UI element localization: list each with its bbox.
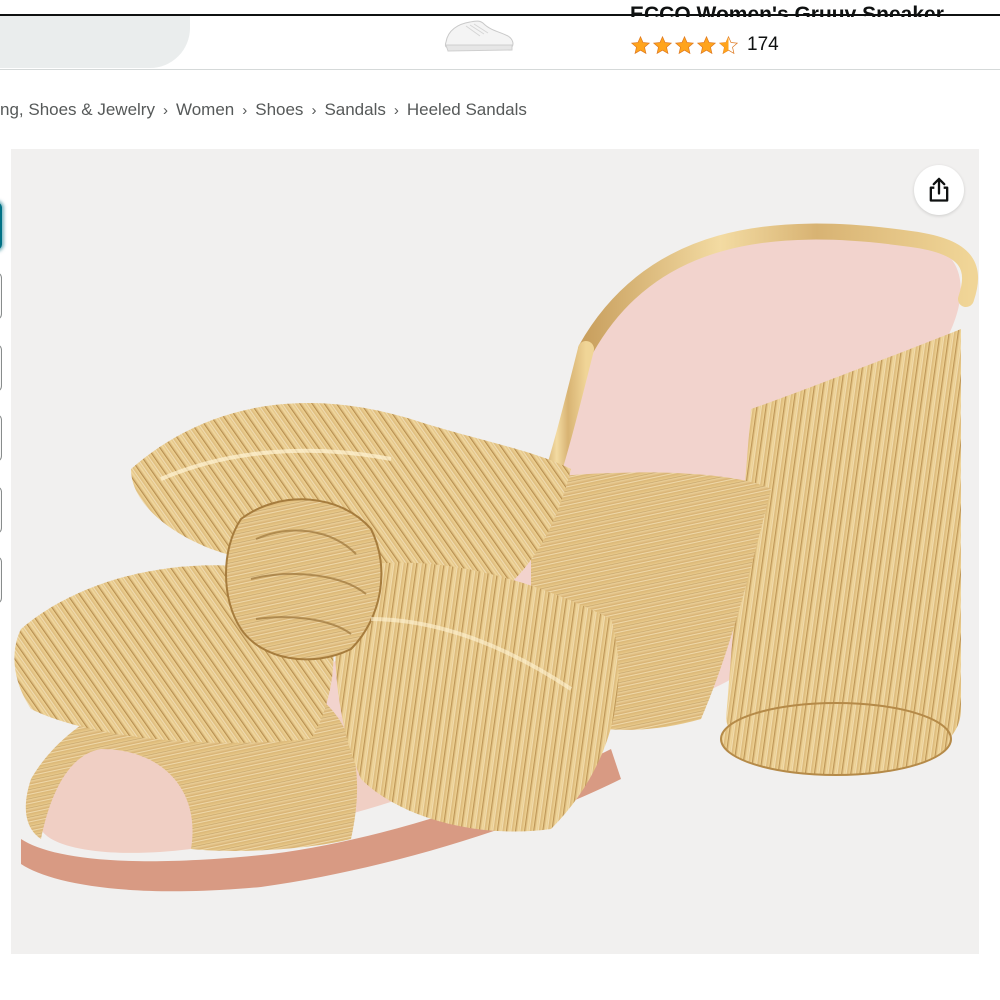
- sponsored-product-banner[interactable]: ECCO Women's Gruuv Sneaker 174: [0, 0, 1000, 70]
- breadcrumb-separator: ›: [242, 101, 248, 119]
- main-product-image[interactable]: [11, 149, 979, 954]
- share-button[interactable]: [914, 165, 964, 215]
- star-rating: [630, 35, 739, 56]
- share-icon: [929, 177, 949, 202]
- image-thumbnail[interactable]: [0, 202, 2, 250]
- star-full-icon: [630, 35, 651, 54]
- image-thumbnail[interactable]: [0, 486, 2, 534]
- rating-count[interactable]: 174: [747, 33, 779, 57]
- banner-bottom-border: [0, 69, 1000, 70]
- star-half-icon: [718, 35, 739, 54]
- breadcrumb-separator: ›: [162, 101, 168, 119]
- image-thumbnail[interactable]: [0, 556, 2, 604]
- image-thumbnail[interactable]: [0, 272, 2, 320]
- banner-grey-panel: [0, 16, 190, 68]
- sponsored-rating[interactable]: 174: [630, 33, 779, 57]
- star-full-icon: [674, 35, 695, 54]
- breadcrumb-item-women[interactable]: Women: [176, 100, 234, 120]
- image-thumbnail[interactable]: [0, 344, 2, 392]
- breadcrumb-item-sandals[interactable]: Sandals: [324, 100, 385, 120]
- breadcrumb-item-heeled-sandals[interactable]: Heeled Sandals: [407, 100, 527, 120]
- gold-pleated-bow-mule-sandal: [14, 223, 979, 892]
- breadcrumb-item-clothing-shoes-jewelry[interactable]: ng, Shoes & Jewelry: [0, 100, 155, 120]
- breadcrumb-item-shoes[interactable]: Shoes: [255, 100, 303, 120]
- breadcrumb-separator: ›: [393, 101, 399, 119]
- breadcrumb: ng, Shoes & Jewelry › Women › Shoes › Sa…: [0, 98, 527, 122]
- breadcrumb-separator: ›: [311, 101, 317, 119]
- star-full-icon: [652, 35, 673, 54]
- white-sneaker-icon[interactable]: [440, 16, 516, 54]
- star-full-icon: [696, 35, 717, 54]
- sponsored-product-title[interactable]: ECCO Women's Gruuv Sneaker: [630, 3, 944, 17]
- image-thumbnail[interactable]: [0, 414, 2, 462]
